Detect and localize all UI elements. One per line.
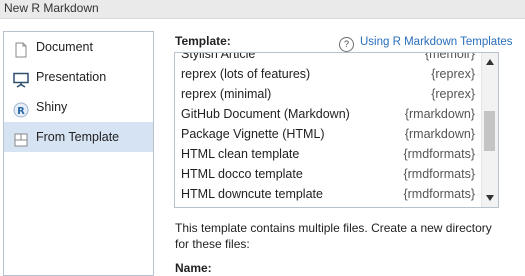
template-name: GitHub Document (Markdown)	[181, 107, 350, 121]
svg-text:R: R	[17, 106, 25, 117]
help-link[interactable]: ? Using R Markdown Templates	[339, 34, 513, 52]
template-name: HTML downcute template	[181, 187, 323, 201]
sidebar-item-shiny[interactable]: R Shiny	[4, 92, 153, 122]
template-package: {rmdformats}	[403, 167, 475, 181]
help-icon: ?	[339, 37, 354, 52]
template-package: {reprex}	[431, 87, 475, 101]
list-item[interactable]: reprex (minimal) {reprex}	[175, 84, 481, 104]
template-package: {reprex}	[431, 67, 475, 81]
template-name: Package Vignette (HTML)	[181, 127, 325, 141]
format-sidebar: Document Presentation R Shiny From Templ…	[3, 31, 154, 276]
template-info-text: This template contains multiple files. C…	[175, 221, 492, 251]
scroll-thumb[interactable]	[484, 111, 495, 151]
template-name: HTML clean template	[181, 147, 300, 161]
sidebar-item-label: From Template	[36, 130, 120, 144]
list-item[interactable]: HTML clean template {rmdformats}	[175, 144, 481, 164]
sidebar-item-label: Shiny	[36, 100, 68, 114]
template-package: {rmdformats}	[403, 147, 475, 161]
list-item[interactable]: HTML docco template {rmdformats}	[175, 164, 481, 184]
list-scrollbar[interactable]	[481, 53, 498, 207]
list-item[interactable]: reprex (lots of features) {reprex}	[175, 64, 481, 84]
template-list[interactable]: Stylish Article {memoir} reprex (lots of…	[174, 52, 499, 208]
shiny-icon: R	[13, 99, 29, 118]
list-item[interactable]: Package Vignette (HTML) {rmarkdown}	[175, 124, 481, 144]
template-package: {rmarkdown}	[404, 127, 475, 141]
template-label: Template:	[175, 34, 231, 48]
template-package: {rmarkdown}	[404, 107, 475, 121]
template-name: HTML docco template	[181, 167, 303, 181]
window-title-bar: New R Markdown	[0, 0, 525, 19]
name-field-label: Name:	[175, 261, 212, 275]
help-link-text[interactable]: Using R Markdown Templates	[360, 36, 513, 48]
presentation-icon	[13, 69, 29, 88]
template-package: {memoir}	[424, 52, 475, 61]
sidebar-item-label: Document	[36, 40, 93, 54]
list-item[interactable]: HTML downcute template {rmdformats}	[175, 184, 481, 204]
list-item[interactable]: Stylish Article {memoir}	[175, 52, 481, 64]
scroll-down-arrow-icon[interactable]	[486, 195, 494, 201]
sidebar-item-presentation[interactable]: Presentation	[4, 62, 153, 92]
document-icon	[13, 39, 29, 58]
window-title: New R Markdown	[4, 1, 99, 15]
sidebar-item-document[interactable]: Document	[4, 32, 153, 62]
list-item[interactable]: GitHub Document (Markdown) {rmarkdown}	[175, 104, 481, 124]
scroll-up-arrow-icon[interactable]	[486, 59, 494, 65]
template-icon	[13, 129, 29, 147]
template-name: Stylish Article	[181, 52, 256, 61]
template-name: reprex (minimal)	[181, 87, 272, 101]
sidebar-item-label: Presentation	[36, 70, 107, 84]
sidebar-item-from-template[interactable]: From Template	[4, 122, 153, 152]
dialog-spacer	[0, 19, 525, 31]
template-package: {rmdformats}	[403, 187, 475, 201]
template-name: reprex (lots of features)	[181, 67, 311, 81]
